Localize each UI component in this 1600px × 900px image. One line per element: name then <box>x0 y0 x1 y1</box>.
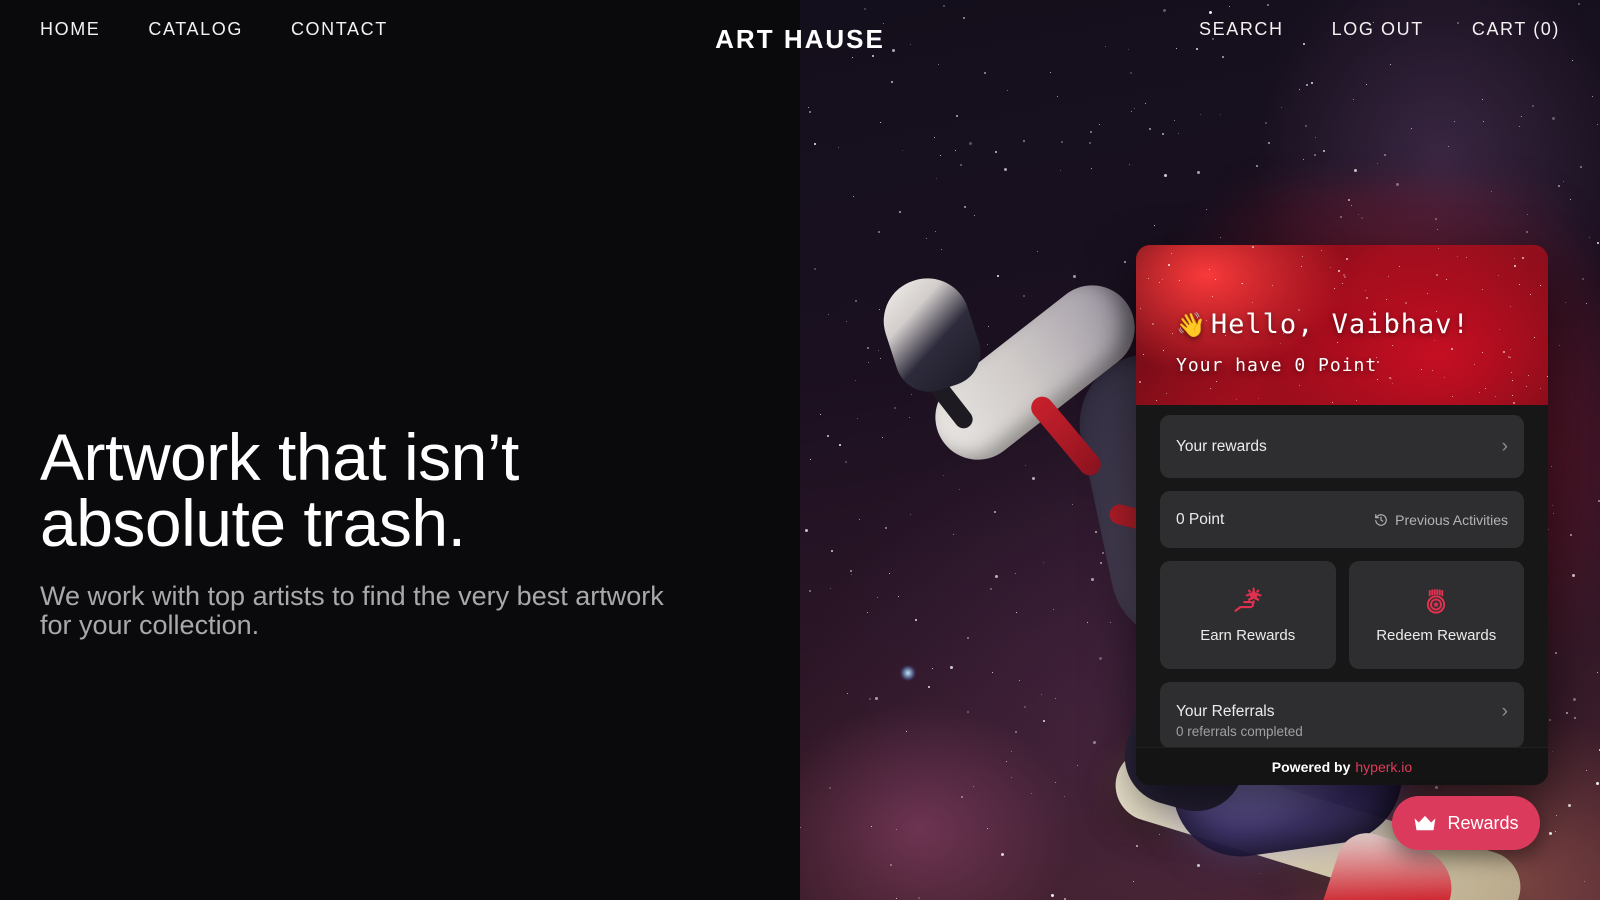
reward-action-tiles: Earn Rewards Redeem Rewards <box>1160 561 1524 669</box>
your-referrals-row[interactable]: Your Referrals › 0 referrals completed <box>1160 682 1524 748</box>
greeting-row: 👋 Hello, Vaibhav! <box>1176 309 1470 340</box>
rewards-panel-header: 👋 Hello, Vaibhav! Your have 0 Point <box>1136 245 1548 405</box>
previous-activities-label: Previous Activities <box>1395 511 1508 528</box>
chevron-right-icon: › <box>1501 436 1508 457</box>
hyperk-link[interactable]: hyperk.io <box>1355 759 1412 775</box>
redeem-rewards-label: Redeem Rewards <box>1376 626 1497 644</box>
referrals-subtitle: 0 referrals completed <box>1176 724 1303 739</box>
points-row: 0 Point Previous Activities <box>1160 491 1524 548</box>
rewards-fab-button[interactable]: Rewards <box>1392 796 1540 850</box>
referrals-title-row: Your Referrals › <box>1176 702 1508 721</box>
hero-heading-line-2: absolute trash. <box>40 486 466 560</box>
powered-by-label: Powered by <box>1271 758 1351 775</box>
points-summary-text: Your have 0 Point <box>1176 355 1378 376</box>
rewards-panel-body: Your rewards › 0 Point Previous Activiti… <box>1136 405 1548 785</box>
referrals-title: Your Referrals <box>1176 702 1275 720</box>
history-clock-icon <box>1374 513 1388 527</box>
greeting-text: Hello, Vaibhav! <box>1210 309 1470 340</box>
earn-rewards-label: Earn Rewards <box>1200 626 1296 644</box>
rewards-fab-label: Rewards <box>1447 812 1519 833</box>
previous-activities-button[interactable]: Previous Activities <box>1374 512 1508 528</box>
your-rewards-label: Your rewards <box>1176 437 1267 455</box>
top-navigation-bar: HOME CATALOG CONTACT SEARCH LOG OUT CART… <box>0 0 1600 58</box>
panel-footer: Powered by hyperk.io <box>1136 747 1548 785</box>
site-logo[interactable]: ART HAUSE <box>0 24 1600 55</box>
redeem-rewards-tile[interactable]: Redeem Rewards <box>1348 561 1524 669</box>
medal-star-icon <box>1421 587 1451 617</box>
rewards-panel: 👋 Hello, Vaibhav! Your have 0 Point Your… <box>1136 245 1548 785</box>
crown-icon <box>1413 815 1437 832</box>
your-rewards-row[interactable]: Your rewards › <box>1160 415 1524 478</box>
hero-heading-line-1: Artwork that isn’t <box>40 420 519 494</box>
points-value-label: 0 Point <box>1176 510 1225 528</box>
hand-with-star-icon <box>1233 586 1263 617</box>
page-root: HOME CATALOG CONTACT SEARCH LOG OUT CART… <box>0 0 1600 900</box>
earn-rewards-tile[interactable]: Earn Rewards <box>1160 561 1336 669</box>
hero-copy: Artwork that isn’t absolute trash. We wo… <box>40 424 740 640</box>
chevron-right-icon: › <box>1501 701 1508 722</box>
hero-subheading: We work with top artists to find the ver… <box>40 581 664 641</box>
page-title: Artwork that isn’t absolute trash. <box>40 424 740 556</box>
waving-hand-icon: 👋 <box>1176 310 1207 339</box>
